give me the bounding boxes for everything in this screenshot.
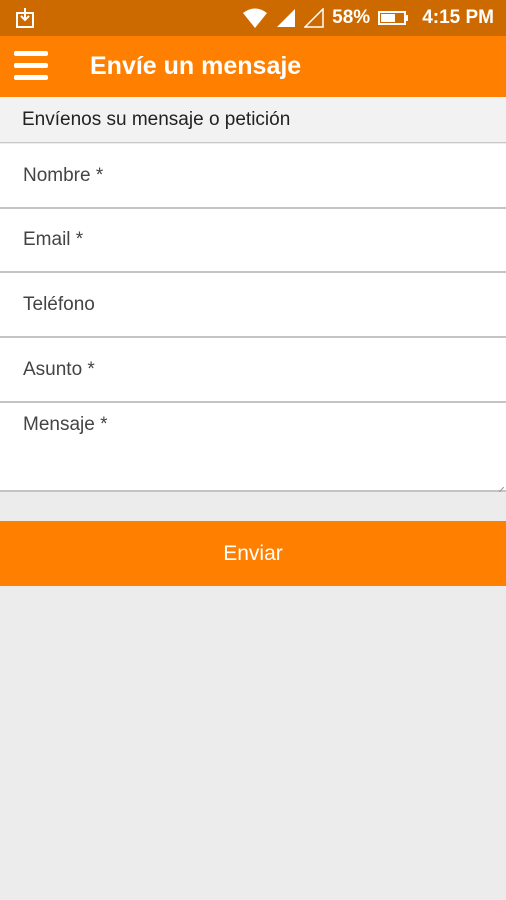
wifi-icon: [242, 7, 268, 29]
nombre-input[interactable]: [0, 144, 506, 207]
asunto-field-container: [0, 338, 506, 403]
app-bar: Envíe un mensaje: [0, 36, 506, 97]
resize-handle-icon[interactable]: [497, 480, 505, 494]
battery-percent: 58%: [332, 7, 371, 28]
nombre-field-container: [0, 144, 506, 209]
enviar-button[interactable]: Enviar: [0, 521, 506, 586]
download-icon: [14, 7, 36, 29]
form-subheader: Envíenos su mensaje o petición: [0, 97, 506, 143]
page-title: Envíe un mensaje: [90, 52, 302, 80]
hamburger-menu-icon[interactable]: [14, 51, 48, 82]
asunto-input[interactable]: [0, 338, 506, 401]
telefono-field-container: [0, 273, 506, 338]
mensaje-field-container: [0, 403, 506, 494]
email-input[interactable]: [0, 209, 506, 271]
mensaje-textarea[interactable]: [0, 403, 506, 490]
clock: 4:15 PM: [422, 7, 494, 28]
telefono-input[interactable]: [0, 273, 506, 336]
signal-empty-icon: [304, 8, 324, 28]
status-bar: 58% 4:15 PM: [0, 0, 506, 36]
email-field-container: [0, 209, 506, 273]
battery-icon: [378, 10, 409, 26]
signal-icon: [276, 8, 296, 28]
divider: [0, 492, 506, 521]
